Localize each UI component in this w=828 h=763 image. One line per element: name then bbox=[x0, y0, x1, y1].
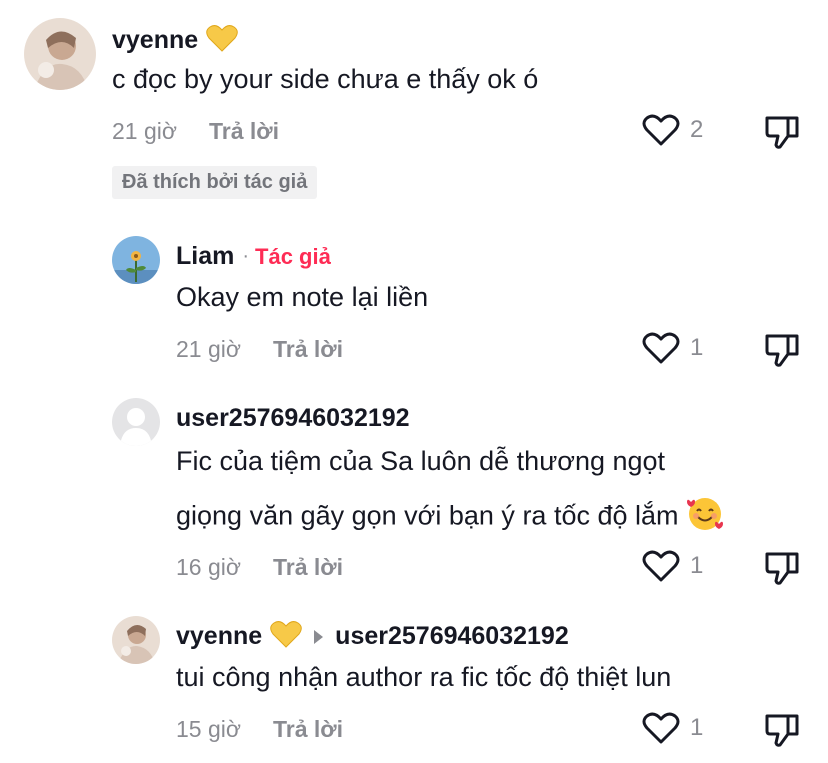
thumbs-down-icon bbox=[765, 334, 799, 367]
like-count: 1 bbox=[690, 714, 704, 741]
timestamp: 21 giờ bbox=[176, 336, 241, 362]
reply-button[interactable]: Trả lời bbox=[209, 118, 279, 145]
smiling-face-with-hearts-icon bbox=[686, 496, 723, 539]
like-button[interactable]: 2 bbox=[642, 113, 703, 147]
yellow-heart-icon bbox=[206, 24, 238, 57]
timestamp: 16 giờ bbox=[176, 554, 241, 580]
comment-text: c đọc by your side chưa e thấy ok ó bbox=[112, 64, 539, 94]
like-button[interactable]: 1 bbox=[642, 331, 703, 365]
like-count: 2 bbox=[690, 116, 704, 143]
thumbs-down-icon bbox=[765, 552, 799, 585]
username[interactable]: user2576946032192 bbox=[176, 404, 410, 433]
username[interactable]: vyenne bbox=[112, 26, 198, 55]
timestamp: 15 giờ bbox=[176, 716, 241, 742]
yellow-heart-icon bbox=[270, 620, 302, 653]
comment-text-line-2-content: giọng văn gãy gọn với bạn ý ra tốc độ lắ… bbox=[176, 500, 679, 531]
username[interactable]: Liam bbox=[176, 242, 234, 271]
author-badge: Tác giả bbox=[255, 243, 331, 269]
like-count: 1 bbox=[690, 334, 704, 361]
dislike-button[interactable] bbox=[764, 332, 800, 373]
avatar[interactable] bbox=[24, 18, 96, 90]
heart-outline-icon bbox=[642, 712, 680, 744]
like-button[interactable]: 1 bbox=[642, 711, 703, 745]
comment-text-line-2: giọng văn gãy gọn với bạn ý ra tốc độ lắ… bbox=[176, 496, 723, 539]
reply-button[interactable]: Trả lời bbox=[273, 554, 343, 581]
reply-to-username[interactable]: user2576946032192 bbox=[335, 622, 569, 651]
reply-button[interactable]: Trả lời bbox=[273, 716, 343, 743]
like-button[interactable]: 1 bbox=[642, 549, 703, 583]
dislike-button[interactable] bbox=[764, 114, 800, 155]
liked-by-author-badge: Đã thích bởi tác giả bbox=[112, 166, 318, 199]
dislike-button[interactable] bbox=[764, 550, 800, 591]
avatar[interactable] bbox=[112, 236, 160, 284]
comment-text-line-1: Fic của tiệm của Sa luôn dễ thương ngọt bbox=[176, 446, 666, 476]
reply-button[interactable]: Trả lời bbox=[273, 336, 343, 363]
separator-dot: · bbox=[242, 245, 250, 267]
dislike-button[interactable] bbox=[764, 712, 800, 753]
thumbs-down-icon bbox=[765, 116, 799, 149]
avatar[interactable] bbox=[112, 398, 160, 446]
reply-arrow-icon bbox=[314, 629, 324, 644]
heart-outline-icon bbox=[642, 332, 680, 364]
heart-outline-icon bbox=[642, 114, 680, 146]
heart-outline-icon bbox=[642, 550, 680, 582]
timestamp: 21 giờ bbox=[112, 118, 177, 144]
avatar[interactable] bbox=[112, 616, 160, 664]
comment-text: tui công nhận author ra fic tốc độ thiệt… bbox=[176, 662, 672, 692]
like-count: 1 bbox=[690, 552, 704, 579]
username[interactable]: vyenne bbox=[176, 622, 262, 651]
comment-text: Okay em note lại liền bbox=[176, 282, 429, 312]
thumbs-down-icon bbox=[765, 714, 799, 747]
